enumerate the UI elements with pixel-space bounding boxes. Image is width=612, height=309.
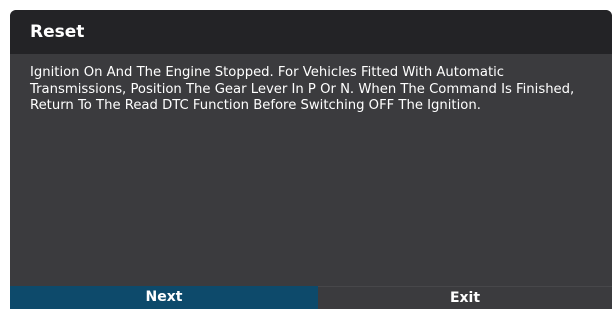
dialog-message: Ignition On And The Engine Stopped. For … (30, 65, 575, 113)
exit-button[interactable]: Exit (318, 286, 612, 309)
next-button[interactable]: Next (10, 286, 318, 309)
dialog-header: Reset (10, 10, 612, 54)
dialog-title: Reset (30, 22, 85, 42)
reset-dialog: Reset Ignition On And The Engine Stopped… (10, 10, 612, 309)
dialog-footer: Next Exit (10, 286, 612, 309)
